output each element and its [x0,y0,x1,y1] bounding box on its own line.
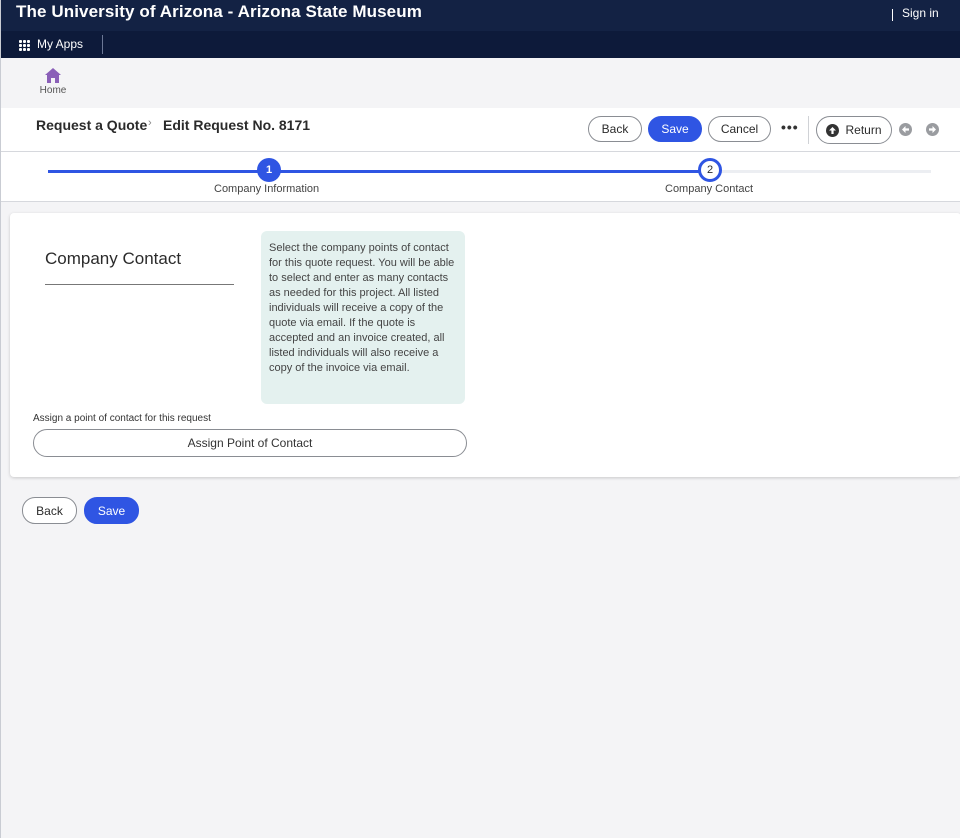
command-divider [808,116,809,144]
back-button[interactable]: Back [588,116,642,142]
save-button[interactable]: Save [648,116,702,142]
previous-record-icon[interactable] [899,123,912,136]
step-2-label[interactable]: Company Contact [665,183,753,195]
footer-back-button[interactable]: Back [22,497,77,524]
section-title: Company Contact [45,249,182,268]
footer-save-button[interactable]: Save [84,497,139,524]
home-icon [45,68,61,83]
breadcrumb-request-a-quote[interactable]: Request a Quote [36,117,147,133]
home-button[interactable]: Home [37,68,69,96]
breadcrumb-current-page: Edit Request No. 8171 [163,117,311,133]
home-bar: Home [1,58,960,108]
step-1-indicator[interactable]: 1 [257,158,281,182]
signin-divider [892,9,893,21]
app-grid-icon[interactable] [19,40,30,51]
info-message: Select the company points of contact for… [261,231,465,404]
cancel-button[interactable]: Cancel [708,116,771,142]
assign-contact-label: Assign a point of contact for this reque… [33,413,211,424]
site-title: The University of Arizona - Arizona Stat… [16,2,422,21]
next-record-icon[interactable] [926,123,939,136]
sign-in-link[interactable]: Sign in [902,6,939,20]
arrow-up-circle-icon [826,123,840,137]
home-label: Home [39,85,67,96]
step-1-label[interactable]: Company Information [214,183,319,195]
assign-point-of-contact-button[interactable]: Assign Point of Contact [33,429,467,457]
step-2-indicator[interactable]: 2 [698,158,722,182]
progress-stepper: 1 Company Information 2 Company Contact [1,152,960,202]
command-bar: Request a Quote › Edit Request No. 8171 … [1,108,960,152]
section-divider [45,284,234,285]
my-apps-link[interactable]: My Apps [37,37,83,51]
company-contact-card: Company Contact Select the company point… [10,213,960,477]
return-button[interactable]: Return [816,116,892,144]
more-options-icon[interactable]: ••• [781,119,799,135]
appbar-divider [102,35,103,54]
stepper-track-remaining [710,170,931,173]
stepper-track-complete [48,170,710,173]
site-header: The University of Arizona - Arizona Stat… [1,0,960,31]
breadcrumb-chevron-icon: › [148,117,152,129]
return-label: Return [845,123,882,137]
app-bar: My Apps [1,31,960,58]
